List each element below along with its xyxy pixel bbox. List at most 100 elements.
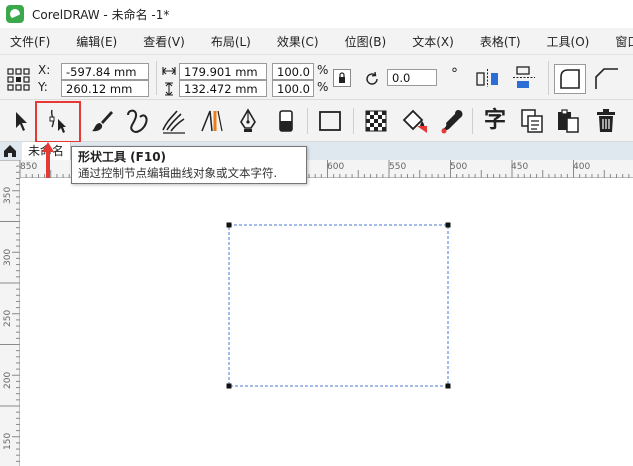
- selection-handle[interactable]: [445, 222, 451, 228]
- vertical-ruler-scale: 350 300 250 200 150: [0, 159, 20, 462]
- round-corner-icon: [560, 69, 580, 89]
- window-title: CorelDRAW - 未命名 -1*: [32, 7, 170, 22]
- title-bar: CorelDRAW - 未命名 -1*: [0, 0, 633, 28]
- dimension-tool-button[interactable]: [196, 105, 228, 137]
- menu-bitmaps[interactable]: 位图(B): [333, 33, 387, 50]
- selection-handle[interactable]: [226, 222, 232, 228]
- menu-edit[interactable]: 编辑(E): [64, 33, 117, 50]
- v-ruler-label: 200: [3, 372, 13, 389]
- degree-symbol: °: [451, 66, 458, 82]
- toolbox-separator: [307, 108, 308, 134]
- tooltip-body: 通过控制节点编辑曲线对象或文本字符.: [78, 166, 278, 180]
- checker-pattern-icon: [365, 110, 387, 132]
- vertical-ruler[interactable]: 350 300 250 200 150: [0, 159, 20, 466]
- separator: [156, 61, 157, 95]
- chamfer-corner-icon[interactable]: [592, 65, 622, 93]
- menu-bar: 文件(F) 编辑(E) 查看(V) 布局(L) 效果(C) 位图(B) 文本(X…: [0, 28, 633, 54]
- rotate-icon: [366, 71, 378, 85]
- toolbox: 字: [0, 100, 633, 142]
- text-char-icon: 字: [483, 108, 506, 133]
- home-icon[interactable]: [2, 143, 18, 159]
- menu-layout[interactable]: 布局(L): [199, 33, 251, 50]
- coreldraw-logo-icon: [6, 5, 24, 23]
- eraser-tool-button[interactable]: [270, 105, 302, 137]
- calligraphy-tool-button[interactable]: [158, 105, 190, 137]
- x-label: X:: [38, 63, 51, 77]
- pen-nib-icon: [240, 108, 256, 132]
- rectangle-icon: [319, 111, 341, 131]
- menu-tools[interactable]: 工具(O): [535, 33, 590, 50]
- clipboard-tool-button[interactable]: [552, 105, 584, 137]
- pointer-arrow-icon: [42, 142, 54, 178]
- v-ruler-label: 350: [3, 187, 13, 204]
- eyedropper-tool-button[interactable]: [436, 105, 468, 137]
- trash-icon: [597, 109, 615, 132]
- selection-handle[interactable]: [445, 383, 451, 389]
- artistic-media-tool-button[interactable]: [86, 105, 118, 137]
- object-origin-icon[interactable]: [6, 67, 30, 91]
- v-ruler-label: 300: [3, 249, 13, 266]
- x-position-input[interactable]: -597.84 mm: [61, 63, 149, 80]
- menu-effects[interactable]: 效果(C): [265, 33, 319, 50]
- copy-icon: [521, 109, 543, 133]
- scale-x-unit: %: [317, 63, 329, 77]
- canvas-drawing: [226, 222, 451, 389]
- selection-handle[interactable]: [226, 383, 232, 389]
- mirror-vertical-icon[interactable]: [511, 65, 537, 91]
- menu-text[interactable]: 文本(X): [400, 33, 454, 50]
- brush-icon: [92, 111, 113, 132]
- scale-y-unit: %: [317, 80, 329, 94]
- pattern-tool-button[interactable]: [360, 105, 392, 137]
- v-ruler-label: 250: [3, 310, 13, 327]
- eyedropper-icon: [441, 110, 463, 134]
- calligraphy-icon: [162, 110, 185, 134]
- height-icon: [165, 82, 173, 96]
- height-input[interactable]: 132.472 mm: [179, 80, 267, 97]
- y-label: Y:: [38, 80, 48, 94]
- v-ruler-label: 150: [3, 433, 13, 450]
- tooltip-title: 形状工具 (F10): [78, 150, 167, 164]
- lock-ratio-button[interactable]: [333, 69, 351, 87]
- shape-tool-highlight: [35, 101, 81, 143]
- pen-tool-button[interactable]: [232, 105, 264, 137]
- toolbox-separator: [353, 108, 354, 134]
- scale-y-input[interactable]: 100.0: [272, 80, 314, 97]
- menu-window[interactable]: 窗口(W): [603, 33, 633, 50]
- dimension-icon: [201, 110, 223, 132]
- h-ruler-label: 500: [450, 162, 467, 172]
- width-input[interactable]: 179.901 mm: [179, 63, 267, 80]
- delete-tool-button[interactable]: [590, 105, 622, 137]
- selected-rectangle[interactable]: [228, 224, 449, 387]
- paint-bucket-icon: [402, 109, 427, 133]
- h-ruler-label: 550: [389, 162, 406, 172]
- rectangle-tool-button[interactable]: [314, 105, 346, 137]
- paste-icon: [558, 109, 579, 133]
- h-ruler-label: 450: [511, 162, 528, 172]
- menu-file[interactable]: 文件(F): [0, 33, 50, 50]
- shape-tool-tooltip: 形状工具 (F10) 通过控制节点编辑曲线对象或文本字符.: [71, 146, 307, 184]
- freehand-tool-button[interactable]: [122, 105, 154, 137]
- scale-x-input[interactable]: 100.0: [272, 63, 314, 80]
- property-bar: X: Y: -597.84 mm 260.12 mm 179.901 mm 13…: [0, 54, 633, 100]
- h-ruler-label: 850: [20, 162, 37, 172]
- arrow-pointer-icon: [16, 112, 27, 131]
- menu-view[interactable]: 查看(V): [131, 33, 185, 50]
- lock-icon: [339, 72, 345, 83]
- menu-table[interactable]: 表格(T): [468, 33, 521, 50]
- curve-icon: [127, 109, 148, 133]
- toolbox-separator: [472, 108, 473, 134]
- separator: [548, 61, 549, 95]
- h-ruler-label: 400: [573, 162, 590, 172]
- drawing-canvas[interactable]: [21, 179, 633, 466]
- y-position-input[interactable]: 260.12 mm: [61, 80, 149, 97]
- mirror-horizontal-icon[interactable]: [475, 67, 501, 89]
- pick-tool-button[interactable]: [4, 105, 36, 137]
- rotation-input[interactable]: 0.0: [387, 69, 437, 86]
- h-ruler-label: 600: [327, 162, 344, 172]
- eraser-icon: [279, 110, 293, 132]
- round-corner-button[interactable]: [554, 64, 586, 94]
- text-tool-button[interactable]: 字: [479, 105, 511, 137]
- table-tool-button[interactable]: [516, 105, 548, 137]
- fill-tool-button[interactable]: [398, 105, 430, 137]
- width-icon: [162, 67, 176, 75]
